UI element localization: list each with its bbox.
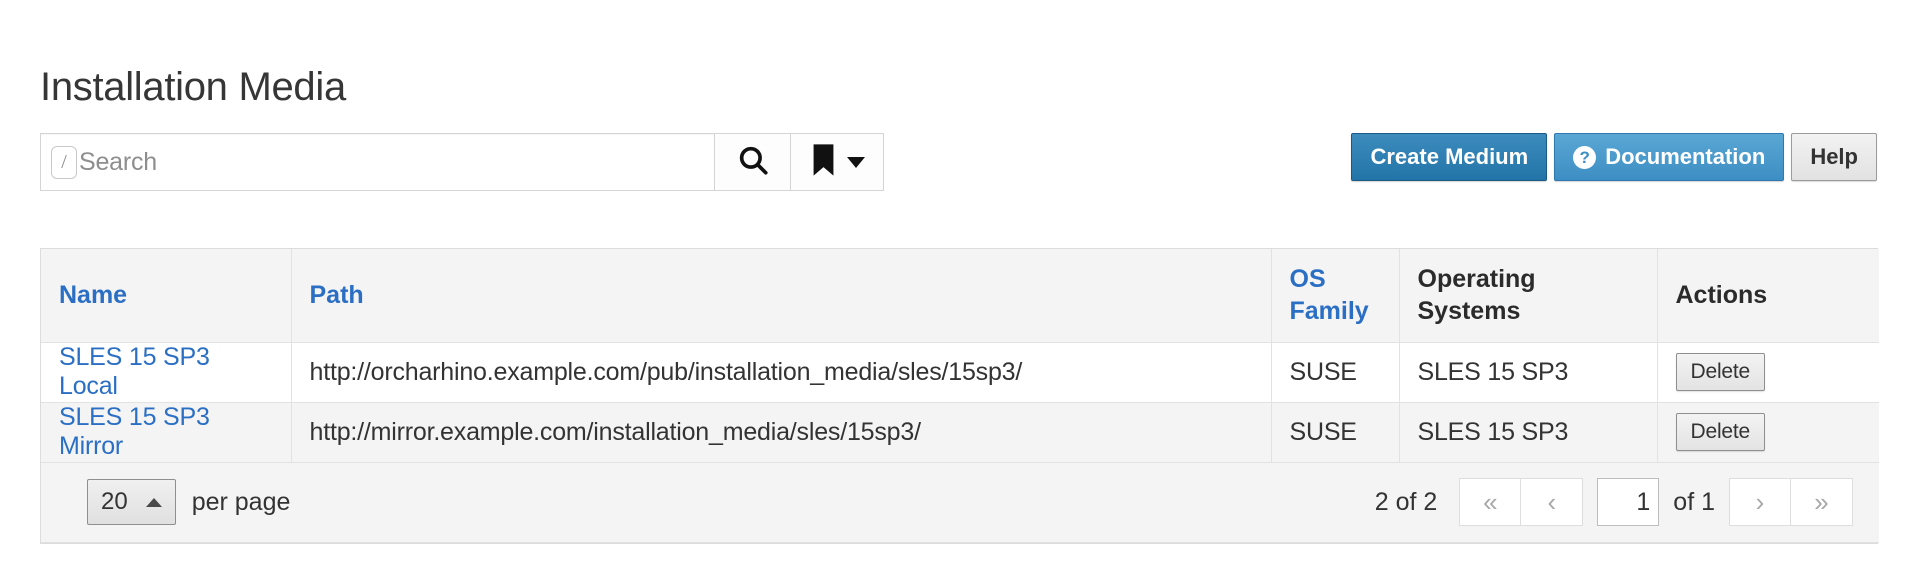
next-page-button[interactable]: › <box>1729 478 1791 526</box>
pager-next-group: › » <box>1729 478 1853 526</box>
page-action-buttons: Create Medium ? Documentation Help <box>1351 133 1877 181</box>
cell-os-family: SUSE <box>1271 402 1400 463</box>
documentation-button[interactable]: ? Documentation <box>1554 133 1785 181</box>
column-header-path[interactable]: Path <box>291 249 1272 343</box>
table-footer-row: 20 per page 2 of 2 « ‹ 1 of 1 › » <box>41 462 1879 543</box>
search-input[interactable]: / Search <box>40 133 714 191</box>
cell-name: SLES 15 SP3 Local <box>41 342 292 403</box>
cell-operating-systems: SLES 15 SP3 <box>1399 402 1658 463</box>
chevron-up-icon <box>145 497 162 507</box>
documentation-button-label: Documentation <box>1605 144 1766 169</box>
search-icon <box>736 143 770 182</box>
first-page-button[interactable]: « <box>1459 478 1522 526</box>
per-page-label: per page <box>191 487 291 516</box>
cell-path: http://mirror.example.com/installation_m… <box>291 402 1272 463</box>
medium-link[interactable]: SLES 15 SP3 Mirror <box>59 403 210 460</box>
pagination-controls: 2 of 2 « ‹ of 1 › » <box>1375 478 1853 526</box>
installation-media-page: Installation Media / Search Create Mediu… <box>0 0 1920 580</box>
column-header-os-family[interactable]: OS Family <box>1271 249 1400 343</box>
cell-name: SLES 15 SP3 Mirror <box>41 402 292 463</box>
search-button[interactable] <box>714 133 790 191</box>
delete-button[interactable]: Delete <box>1675 353 1766 391</box>
bookmark-dropdown-button[interactable] <box>790 133 884 191</box>
bookmark-icon <box>810 143 837 182</box>
search-toolbar: / Search <box>40 133 884 191</box>
column-header-actions: Actions <box>1657 249 1879 343</box>
pager-prev-group: « ‹ <box>1459 478 1584 526</box>
per-page-select[interactable]: 20 <box>87 479 176 525</box>
cell-os-family: SUSE <box>1271 342 1400 403</box>
chevron-down-icon <box>846 156 865 168</box>
per-page-control: 20 per page <box>87 479 290 525</box>
search-placeholder: Search <box>79 147 158 176</box>
pagination-bar: 20 per page 2 of 2 « ‹ 1 of 1 › » <box>41 462 1879 543</box>
help-button[interactable]: Help <box>1791 133 1877 181</box>
cell-actions: Delete <box>1657 342 1879 403</box>
column-header-name[interactable]: Name <box>41 249 292 343</box>
cell-operating-systems: SLES 15 SP3 <box>1399 342 1658 403</box>
column-header-operating-systems: Operating Systems <box>1399 249 1658 343</box>
question-circle-icon: ? <box>1573 145 1597 169</box>
cell-path: http://orcharhino.example.com/pub/instal… <box>291 342 1272 403</box>
create-medium-button[interactable]: Create Medium <box>1351 133 1548 181</box>
delete-button[interactable]: Delete <box>1675 413 1766 451</box>
per-page-value: 20 <box>101 488 128 515</box>
table-header-row: Name Path OS Family Operating Systems Ac… <box>41 249 1879 343</box>
search-shortcut-badge: / <box>51 145 77 179</box>
last-page-button[interactable]: » <box>1791 478 1853 526</box>
total-pages-label: of 1 <box>1673 487 1715 516</box>
table-row: SLES 15 SP3 Local http://orcharhino.exam… <box>41 342 1879 403</box>
result-count: 2 of 2 <box>1374 487 1438 516</box>
cell-actions: Delete <box>1657 402 1879 463</box>
page-title: Installation Media <box>40 64 346 109</box>
table-row: SLES 15 SP3 Mirror http://mirror.example… <box>41 402 1879 463</box>
previous-page-button[interactable]: ‹ <box>1521 478 1584 526</box>
installation-media-table: Name Path OS Family Operating Systems Ac… <box>40 248 1879 544</box>
medium-link[interactable]: SLES 15 SP3 Local <box>59 343 210 400</box>
page-number-input[interactable] <box>1597 478 1660 526</box>
